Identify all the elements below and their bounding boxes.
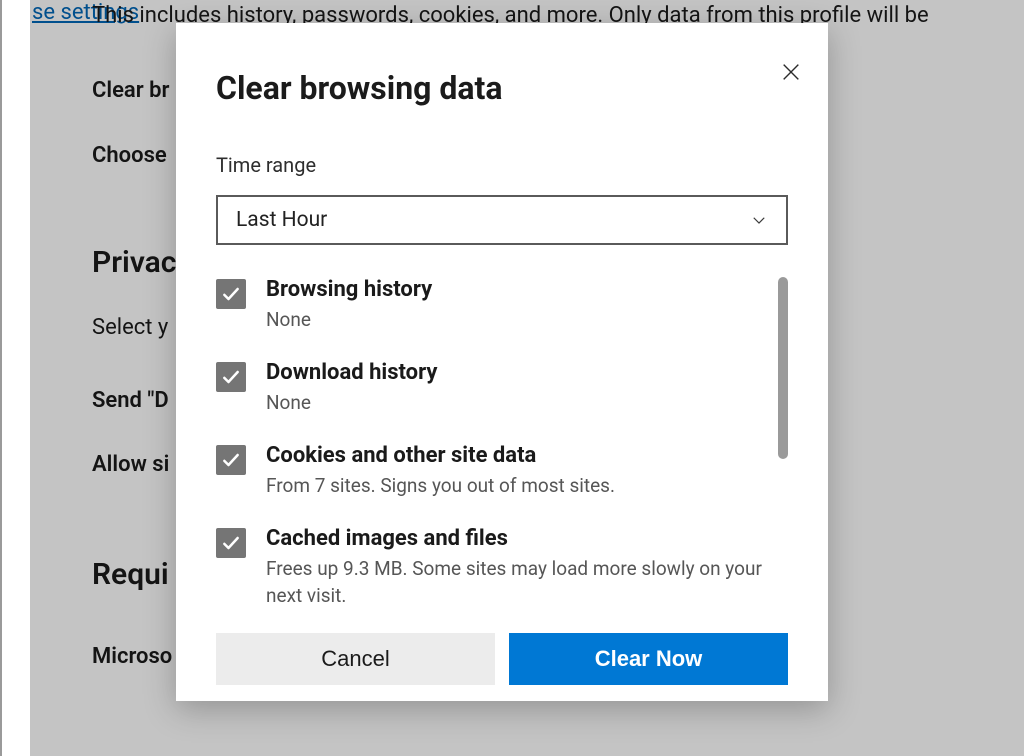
item-subtitle: None	[266, 307, 432, 334]
item-subtitle: None	[266, 390, 437, 417]
item-cached: Cached images and files Frees up 9.3 MB.…	[216, 526, 786, 607]
item-title: Browsing history	[266, 277, 432, 303]
check-icon	[221, 450, 241, 470]
checkbox-download-history[interactable]	[216, 362, 246, 392]
item-subtitle: From 7 sites. Signs you out of most site…	[266, 473, 615, 500]
item-cookies: Cookies and other site data From 7 sites…	[216, 443, 786, 500]
clear-now-button[interactable]: Clear Now	[509, 633, 788, 685]
close-icon	[780, 61, 802, 83]
clear-items-list: Browsing history None Download history N…	[216, 277, 786, 607]
item-title: Download history	[266, 360, 437, 386]
item-title: Cached images and files	[266, 526, 766, 552]
clear-browsing-data-dialog: Clear browsing data Time range Last Hour…	[176, 23, 828, 701]
item-browsing-history: Browsing history None	[216, 277, 786, 334]
chevron-down-icon	[750, 211, 768, 229]
items-scrollbar[interactable]	[778, 277, 788, 459]
time-range-value: Last Hour	[236, 208, 327, 232]
checkbox-cached[interactable]	[216, 528, 246, 558]
close-button[interactable]	[776, 57, 806, 87]
dialog-button-row: Cancel Clear Now	[216, 633, 788, 685]
time-range-select[interactable]: Last Hour	[216, 195, 788, 245]
dialog-title: Clear browsing data	[216, 69, 502, 107]
cancel-button[interactable]: Cancel	[216, 633, 495, 685]
checkbox-cookies[interactable]	[216, 445, 246, 475]
checkbox-browsing-history[interactable]	[216, 279, 246, 309]
item-title: Cookies and other site data	[266, 443, 615, 469]
check-icon	[221, 533, 241, 553]
check-icon	[221, 284, 241, 304]
check-icon	[221, 367, 241, 387]
time-range-label: Time range	[216, 153, 316, 177]
item-subtitle: Frees up 9.3 MB. Some sites may load mor…	[266, 556, 766, 607]
item-download-history: Download history None	[216, 360, 786, 417]
